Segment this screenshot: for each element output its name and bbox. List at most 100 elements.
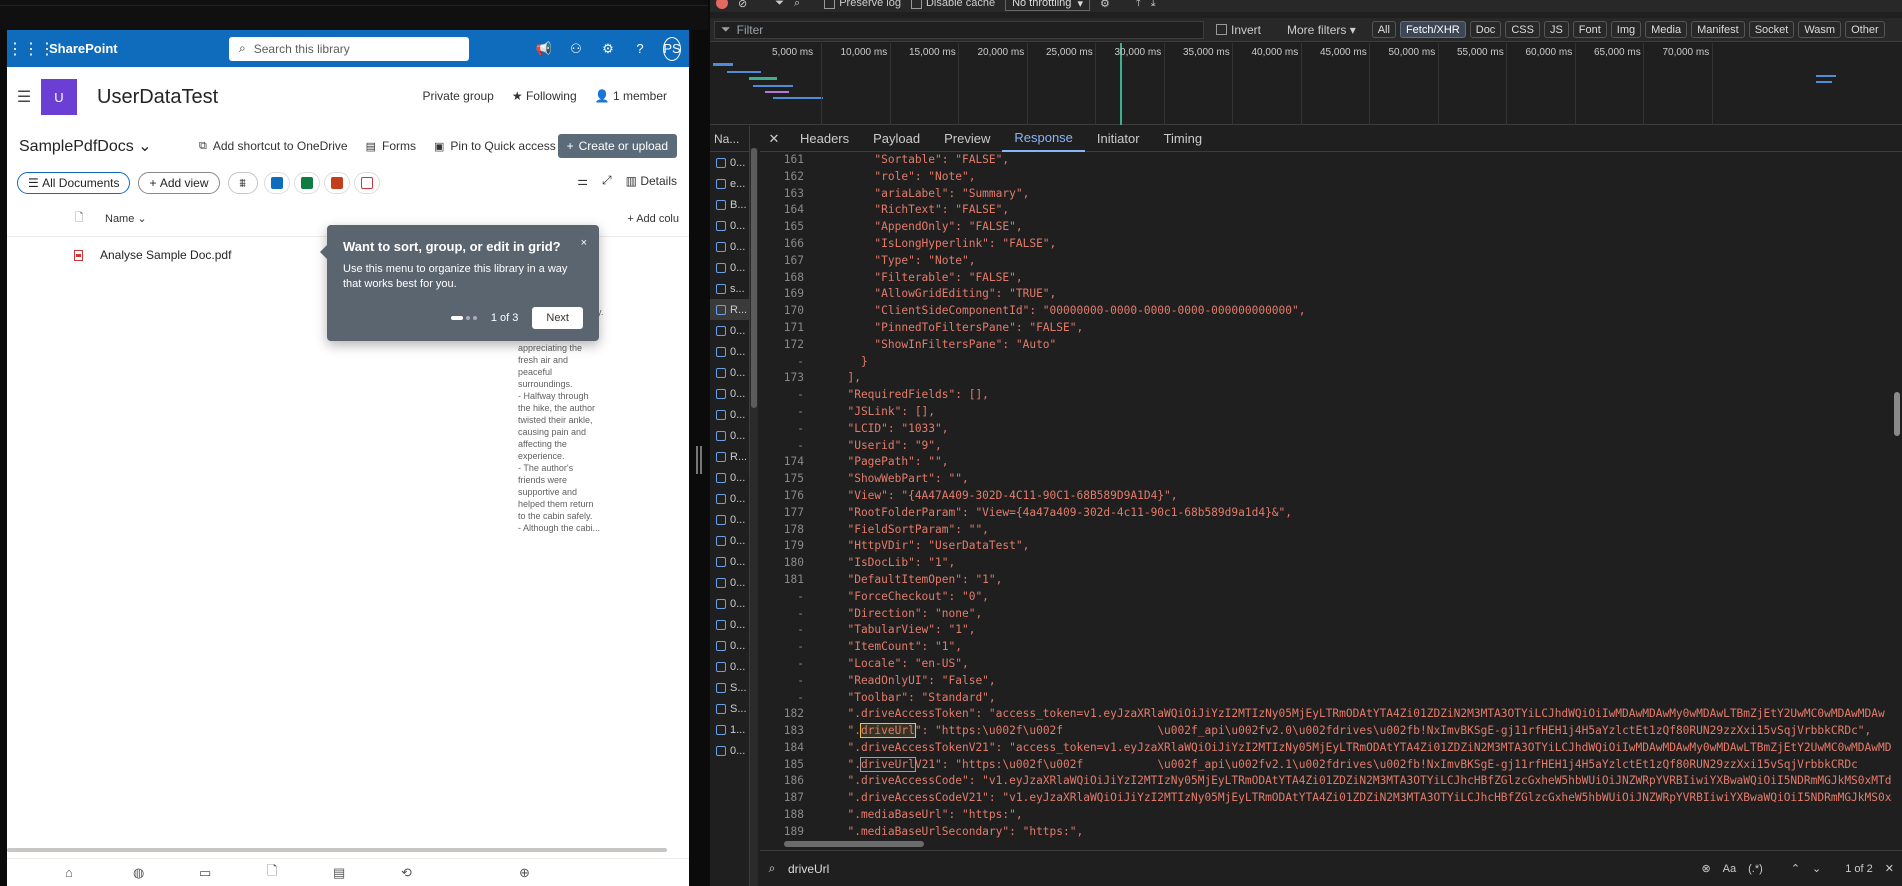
request-row[interactable]: s...: [710, 278, 749, 299]
response-horizontal-scrollbar[interactable]: [760, 838, 1902, 850]
tab-response[interactable]: Response: [1002, 126, 1085, 152]
request-row[interactable]: 0...: [710, 740, 749, 761]
following-button[interactable]: ★ Following: [512, 89, 577, 103]
library-name-dropdown[interactable]: SamplePdfDocs ⌄: [19, 136, 199, 156]
all-documents-view[interactable]: ☰ All Documents: [17, 172, 131, 194]
type-chip-other[interactable]: Other: [1845, 21, 1885, 38]
network-conditions-icon[interactable]: ⚙: [1100, 0, 1110, 10]
tab-headers[interactable]: Headers: [788, 126, 861, 152]
excel-app-icon[interactable]: [293, 172, 320, 194]
invert-checkbox[interactable]: Invert: [1216, 23, 1261, 37]
response-vertical-scrollbar[interactable]: [1892, 152, 1902, 838]
request-row[interactable]: S...: [710, 677, 749, 698]
request-row[interactable]: 0...: [710, 467, 749, 488]
clear-icon[interactable]: ⊘: [738, 0, 747, 10]
request-row[interactable]: e...: [710, 173, 749, 194]
file-type-icon[interactable]: 🗋: [71, 209, 87, 228]
app-launcher-icon[interactable]: ⋮⋮⋮: [7, 39, 55, 59]
loop-icon[interactable]: ⟲: [401, 865, 412, 881]
add-column-button[interactable]: + Add colu: [627, 213, 679, 225]
request-row[interactable]: 0...: [710, 236, 749, 257]
create-upload-button[interactable]: + Create or upload: [557, 134, 677, 158]
type-chip-js[interactable]: JS: [1543, 21, 1569, 38]
more-filters-dropdown[interactable]: More filters ▾: [1287, 23, 1356, 37]
record-icon[interactable]: [716, 0, 728, 9]
pin-quick-access-button[interactable]: ▣ Pin to Quick access: [434, 139, 556, 153]
request-row[interactable]: R...: [710, 299, 749, 320]
site-title[interactable]: UserDataTest: [97, 86, 218, 109]
disable-cache-checkbox[interactable]: Disable cache: [910, 0, 995, 9]
request-row[interactable]: 1...: [710, 719, 749, 740]
lists-icon[interactable]: ▤: [333, 865, 345, 881]
next-button[interactable]: Next: [532, 307, 583, 329]
type-chip-manifest[interactable]: Manifest: [1691, 21, 1745, 38]
close-detail-icon[interactable]: ✕: [760, 131, 788, 147]
create-plus-icon[interactable]: ⊕: [519, 865, 530, 881]
members-button[interactable]: 👤 1 member: [595, 89, 667, 103]
preserve-log-checkbox[interactable]: Preserve log: [824, 0, 901, 9]
close-icon[interactable]: ×: [581, 237, 587, 249]
home-icon[interactable]: ⌂: [65, 865, 73, 880]
globe-icon[interactable]: ◍: [133, 865, 144, 881]
share-network-icon[interactable]: ⚇: [567, 41, 585, 57]
request-row[interactable]: 0...: [710, 656, 749, 677]
previous-match-icon[interactable]: ⌃: [1791, 862, 1800, 875]
request-row[interactable]: 0...: [710, 320, 749, 341]
gear-icon[interactable]: ⚙: [599, 41, 617, 57]
request-row[interactable]: 0...: [710, 614, 749, 635]
tab-initiator[interactable]: Initiator: [1085, 126, 1152, 152]
request-row[interactable]: 0...: [710, 530, 749, 551]
tab-timing[interactable]: Timing: [1152, 126, 1215, 152]
request-row[interactable]: 0...: [710, 341, 749, 362]
export-icon[interactable]: ⤓: [1151, 0, 1156, 10]
hamburger-menu-icon[interactable]: ☰: [7, 87, 41, 107]
request-list-header[interactable]: Na...: [710, 126, 749, 152]
request-row[interactable]: R...: [710, 446, 749, 467]
request-list-scrollbar[interactable]: [750, 148, 758, 886]
type-chip-socket[interactable]: Socket: [1748, 21, 1795, 38]
filter-funnel-icon[interactable]: ⏷: [775, 0, 784, 10]
close-search-icon[interactable]: ✕: [1885, 862, 1894, 875]
type-chip-doc[interactable]: Doc: [1469, 21, 1502, 38]
name-column-header[interactable]: Name ⌄: [105, 212, 147, 225]
powerpoint-app-icon[interactable]: [323, 172, 350, 194]
match-case-toggle[interactable]: Aa: [1723, 863, 1736, 875]
next-match-icon[interactable]: ⌄: [1812, 862, 1821, 875]
throttling-select[interactable]: No throttling ▾: [1005, 0, 1091, 11]
request-row[interactable]: 0...: [710, 257, 749, 278]
search-box[interactable]: ⌕ Search this library: [229, 36, 469, 61]
import-icon[interactable]: ⤒: [1136, 0, 1141, 10]
help-icon[interactable]: ?: [631, 41, 649, 56]
regex-toggle[interactable]: (.*): [1748, 863, 1763, 875]
clear-search-icon[interactable]: ⊗: [1701, 862, 1710, 875]
request-row[interactable]: 0...: [710, 152, 749, 173]
type-chip-css[interactable]: CSS: [1505, 21, 1540, 38]
avatar[interactable]: PS: [663, 36, 681, 61]
type-chip-all[interactable]: All: [1371, 21, 1396, 38]
type-chip-wasm[interactable]: Wasm: [1798, 21, 1842, 38]
view-options-icon[interactable]: ⚌: [577, 174, 588, 188]
request-row[interactable]: 0...: [710, 425, 749, 446]
type-chip-font[interactable]: Font: [1572, 21, 1607, 38]
horizontal-scrollbar[interactable]: [7, 848, 667, 852]
pane-splitter-handle[interactable]: [696, 446, 702, 474]
request-row[interactable]: 0...: [710, 488, 749, 509]
file-name-link[interactable]: Analyse Sample Doc.pdf: [100, 248, 231, 262]
tab-preview[interactable]: Preview: [932, 126, 1002, 152]
request-row[interactable]: 0...: [710, 383, 749, 404]
expand-icon[interactable]: ⤢: [602, 173, 612, 188]
search-query-input[interactable]: driveUrl: [788, 862, 829, 876]
search-icon[interactable]: ⌕: [794, 0, 800, 10]
sharepoint-brand[interactable]: SharePoint: [49, 41, 229, 56]
response-viewer[interactable]: 161 "Sortable": "FALSE", 162 "role": "Not…: [760, 152, 1892, 838]
pdf-app-icon[interactable]: [353, 172, 380, 194]
files-icon[interactable]: 🗋: [267, 862, 277, 884]
request-row[interactable]: 0...: [710, 362, 749, 383]
request-row[interactable]: 0...: [710, 404, 749, 425]
forms-button[interactable]: ▤ Forms: [366, 139, 416, 153]
filter-icon[interactable]: ⩩: [227, 172, 258, 194]
request-row[interactable]: S...: [710, 698, 749, 719]
outlook-app-icon[interactable]: [263, 172, 290, 194]
details-button[interactable]: ▥ Details: [626, 174, 677, 188]
tab-payload[interactable]: Payload: [861, 126, 932, 152]
